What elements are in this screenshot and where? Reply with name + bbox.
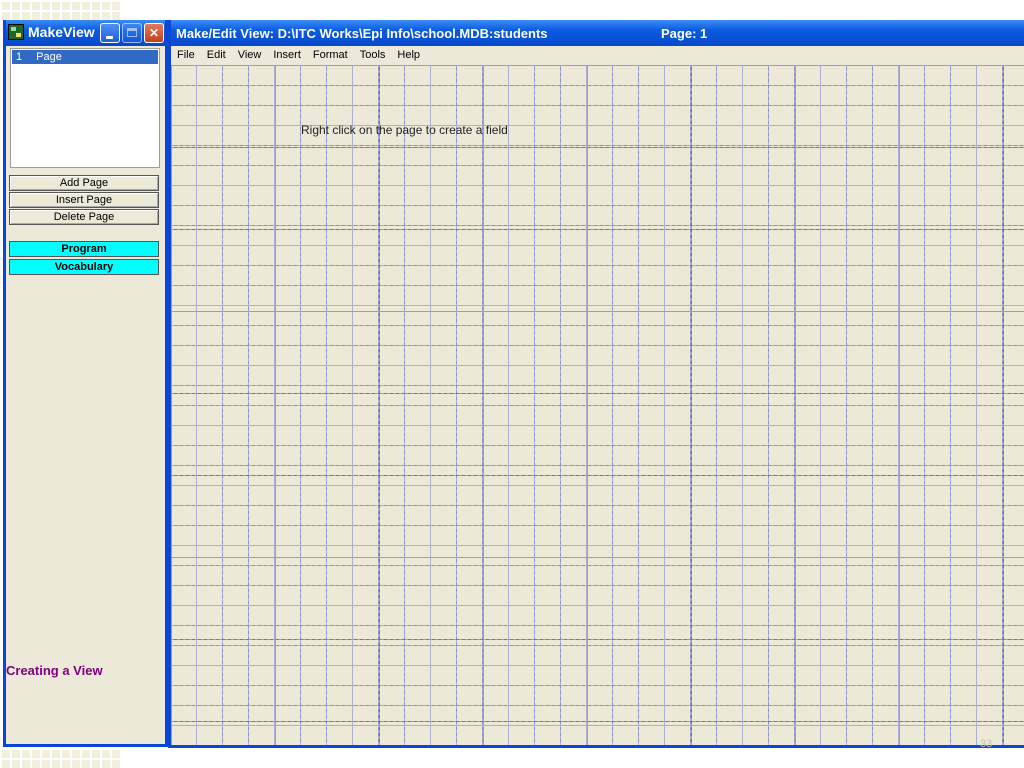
- add-page-button[interactable]: Add Page: [9, 175, 159, 191]
- menu-bar: File Edit View Insert Format Tools Help: [171, 46, 1024, 64]
- slide-caption: Creating a View: [6, 663, 103, 678]
- makeview-window: MakeView ✕ 1 Page Add Page Insert Page D…: [3, 20, 168, 747]
- page-list[interactable]: 1 Page: [10, 48, 160, 168]
- minimize-icon[interactable]: [100, 23, 120, 43]
- menu-help[interactable]: Help: [391, 46, 426, 64]
- maximize-icon[interactable]: [122, 23, 142, 43]
- page-list-item[interactable]: 1 Page: [12, 50, 158, 64]
- menu-edit[interactable]: Edit: [201, 46, 232, 64]
- menu-format[interactable]: Format: [307, 46, 354, 64]
- menu-tools[interactable]: Tools: [354, 46, 392, 64]
- design-canvas[interactable]: Right click on the page to create a fiel…: [171, 65, 1024, 745]
- menu-file[interactable]: File: [171, 46, 201, 64]
- editor-title: Make/Edit View: D:\ITC Works\Epi Info\sc…: [176, 26, 548, 41]
- page-label: Page: [36, 51, 62, 63]
- vocabulary-button[interactable]: Vocabulary: [9, 259, 159, 275]
- page-number: 1: [16, 51, 23, 63]
- editor-titlebar[interactable]: Make/Edit View: D:\ITC Works\Epi Info\sc…: [171, 20, 1024, 46]
- make-edit-view-window: Make/Edit View: D:\ITC Works\Epi Info\sc…: [168, 20, 1024, 748]
- menu-insert[interactable]: Insert: [267, 46, 307, 64]
- background-pattern-top: [0, 0, 120, 20]
- canvas-hint: Right click on the page to create a fiel…: [301, 123, 508, 137]
- makeview-title: MakeView: [28, 24, 95, 40]
- background-pattern-bottom: [0, 748, 120, 768]
- program-button[interactable]: Program: [9, 241, 159, 257]
- makeview-titlebar[interactable]: MakeView ✕: [6, 20, 165, 46]
- page-indicator: Page: 1: [661, 26, 708, 41]
- insert-page-button[interactable]: Insert Page: [9, 192, 159, 208]
- menu-view[interactable]: View: [232, 46, 268, 64]
- epi-info-app-icon: [8, 24, 24, 40]
- close-icon[interactable]: ✕: [144, 23, 164, 43]
- slide-number: 33: [980, 738, 993, 750]
- delete-page-button[interactable]: Delete Page: [9, 209, 159, 225]
